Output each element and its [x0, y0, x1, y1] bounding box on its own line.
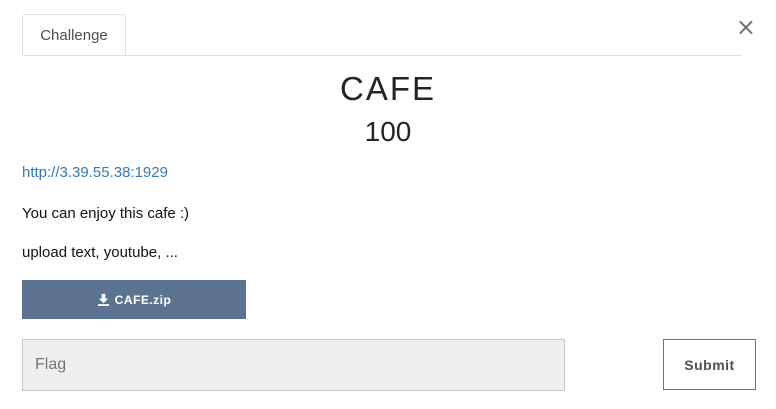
challenge-name: CAFE [339, 70, 436, 107]
download-file-button[interactable]: CAFE.zip [22, 280, 246, 319]
download-icon [97, 293, 110, 306]
download-file-label: CAFE.zip [114, 292, 172, 307]
challenge-points: 100 [364, 116, 412, 147]
submit-button[interactable]: Submit [663, 339, 756, 390]
description-line: You can enjoy this cafe :) [22, 205, 190, 222]
tab-bar: Challenge [22, 14, 742, 56]
close-icon[interactable]: × [736, 15, 756, 39]
flag-input[interactable] [22, 339, 565, 391]
challenge-link[interactable]: http://3.39.55.38:1929 [22, 164, 168, 181]
tab-challenge[interactable]: Challenge [22, 14, 126, 55]
challenge-modal: Challenge × CAFE 100 http://3.39.55.38:1… [0, 0, 776, 409]
description-line: upload text, youtube, ... [22, 244, 178, 261]
